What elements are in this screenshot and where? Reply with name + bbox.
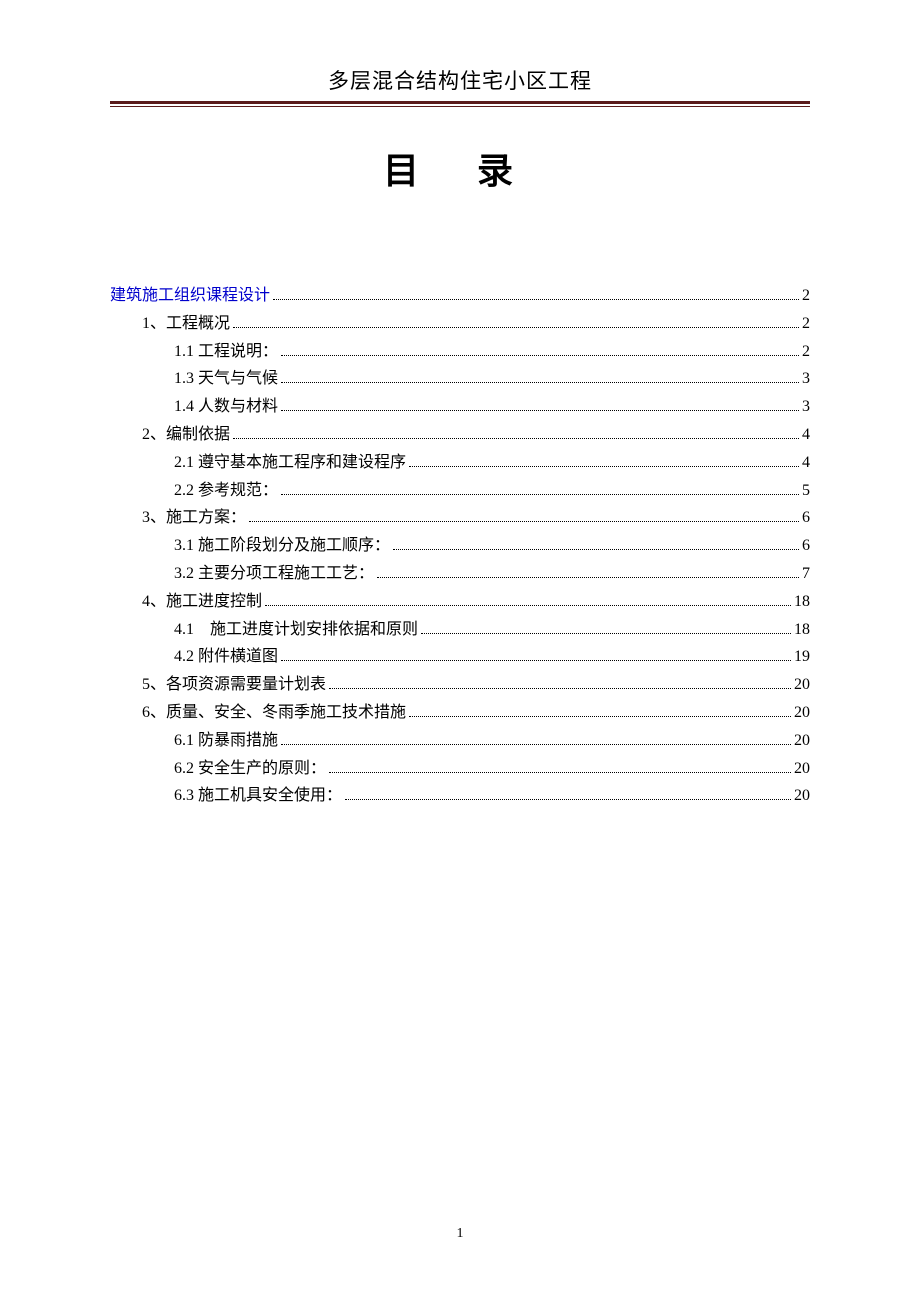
toc-entry-page: 6: [802, 506, 810, 531]
toc-entry-label: 3、施工方案：: [142, 506, 246, 531]
toc-entry: 2.2 参考规范： 5: [110, 479, 810, 504]
toc-entry-label[interactable]: 建筑施工组织课程设计: [110, 284, 270, 309]
toc-entry-page: 18: [794, 618, 810, 643]
toc-entry-label: 5、各项资源需要量计划表: [142, 673, 326, 698]
toc-entry-label: 3.1 施工阶段划分及施工顺序：: [174, 534, 390, 559]
toc-dot-leader: [265, 605, 791, 606]
toc-entry-page: 20: [794, 701, 810, 726]
toc-dot-leader: [409, 716, 791, 717]
toc-entry-label: 6.1 防暴雨措施: [174, 729, 278, 754]
toc-dot-leader: [329, 688, 791, 689]
toc-entry: 2.1 遵守基本施工程序和建设程序 4: [110, 451, 810, 476]
toc-dot-leader: [281, 355, 799, 356]
toc-entry-page: 18: [794, 590, 810, 615]
toc-entry-page: 7: [802, 562, 810, 587]
toc-entry: 6、质量、安全、冬雨季施工技术措施 20: [110, 701, 810, 726]
toc-entry: 1.3 天气与气候 3: [110, 367, 810, 392]
toc-entry-label: 2.2 参考规范：: [174, 479, 278, 504]
toc-entry-label: 2、编制依据: [142, 423, 230, 448]
toc-entry: 1、工程概况 2: [110, 312, 810, 337]
toc-dot-leader: [281, 382, 799, 383]
toc-entry-page: 3: [802, 367, 810, 392]
toc-heading: 目 录: [110, 142, 810, 194]
toc-dot-leader: [281, 410, 799, 411]
toc-dot-leader: [281, 744, 791, 745]
toc-dot-leader: [393, 549, 799, 550]
toc-dot-leader: [345, 799, 791, 800]
toc-entry-label: 6、质量、安全、冬雨季施工技术措施: [142, 701, 406, 726]
toc-entry-label: 1.1 工程说明：: [174, 340, 278, 365]
toc-entry-label: 6.2 安全生产的原则：: [174, 757, 326, 782]
toc-dot-leader: [377, 577, 799, 578]
toc-entry: 4.1 施工进度计划安排依据和原则 18: [110, 618, 810, 643]
footer-page-number: 1: [0, 1226, 920, 1242]
toc-entry-page: 19: [794, 645, 810, 670]
toc-entry-page: 6: [802, 534, 810, 559]
toc-entry: 4、施工进度控制 18: [110, 590, 810, 615]
toc-entry: 3.2 主要分项工程施工工艺： 7: [110, 562, 810, 587]
toc-dot-leader: [233, 327, 799, 328]
toc-dot-leader: [421, 633, 791, 634]
toc-entry-page: 2: [802, 284, 810, 309]
toc-entry-page: 5: [802, 479, 810, 504]
toc-dot-leader: [329, 772, 791, 773]
toc-entry-page: 4: [802, 423, 810, 448]
toc-entry: 1.1 工程说明： 2: [110, 340, 810, 365]
toc-entry-page: 20: [794, 784, 810, 809]
toc-list: 建筑施工组织课程设计21、工程概况21.1 工程说明：21.3 天气与气候31.…: [110, 284, 810, 809]
toc-entry: 6.1 防暴雨措施 20: [110, 729, 810, 754]
toc-dot-leader: [281, 494, 799, 495]
toc-dot-leader: [249, 521, 799, 522]
toc-entry: 4.2 附件横道图 19: [110, 645, 810, 670]
toc-entry: 3、施工方案： 6: [110, 506, 810, 531]
page-header-title: 多层混合结构住宅小区工程: [110, 65, 810, 95]
toc-entry-page: 20: [794, 757, 810, 782]
toc-entry-label: 4.1 施工进度计划安排依据和原则: [174, 618, 418, 643]
toc-entry: 建筑施工组织课程设计 2: [110, 284, 810, 309]
toc-entry-page: 2: [802, 312, 810, 337]
toc-entry-label: 4.2 附件横道图: [174, 645, 278, 670]
toc-entry: 5、各项资源需要量计划表 20: [110, 673, 810, 698]
toc-entry-label: 1、工程概况: [142, 312, 230, 337]
toc-dot-leader: [273, 299, 799, 300]
toc-entry-label: 4、施工进度控制: [142, 590, 262, 615]
toc-dot-leader: [281, 660, 791, 661]
toc-entry-page: 3: [802, 395, 810, 420]
toc-entry-page: 2: [802, 340, 810, 365]
toc-dot-leader: [233, 438, 799, 439]
toc-entry-label: 1.3 天气与气候: [174, 367, 278, 392]
toc-dot-leader: [409, 466, 799, 467]
toc-entry-label: 3.2 主要分项工程施工工艺：: [174, 562, 374, 587]
toc-entry-label: 2.1 遵守基本施工程序和建设程序: [174, 451, 406, 476]
toc-entry-label: 6.3 施工机具安全使用：: [174, 784, 342, 809]
toc-entry: 1.4 人数与材料 3: [110, 395, 810, 420]
document-page: 多层混合结构住宅小区工程 目 录 建筑施工组织课程设计21、工程概况21.1 工…: [0, 0, 920, 809]
toc-entry-page: 20: [794, 729, 810, 754]
toc-entry: 6.2 安全生产的原则： 20: [110, 757, 810, 782]
toc-entry: 2、编制依据 4: [110, 423, 810, 448]
toc-entry: 3.1 施工阶段划分及施工顺序： 6: [110, 534, 810, 559]
toc-entry: 6.3 施工机具安全使用： 20: [110, 784, 810, 809]
toc-entry-label: 1.4 人数与材料: [174, 395, 278, 420]
header-rule: [110, 101, 810, 107]
toc-entry-page: 20: [794, 673, 810, 698]
toc-entry-page: 4: [802, 451, 810, 476]
